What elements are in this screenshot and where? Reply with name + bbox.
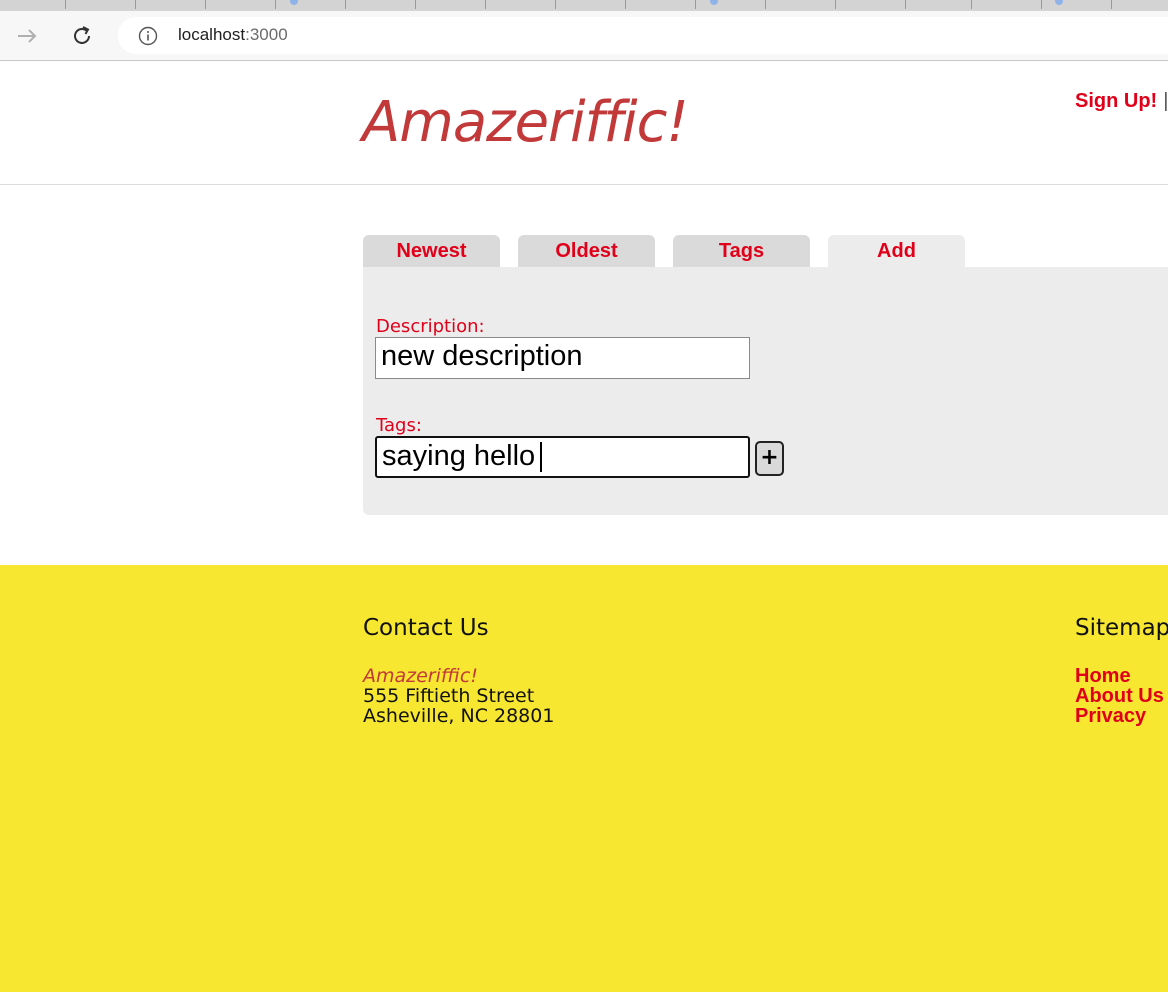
header-separator: | <box>1163 90 1168 112</box>
add-tag-button[interactable]: + <box>755 441 784 476</box>
browser-tab[interactable] <box>836 0 906 9</box>
browser-tab[interactable] <box>766 0 836 9</box>
browser-tab[interactable] <box>276 0 346 9</box>
browser-tab[interactable] <box>136 0 206 9</box>
sitemap-link-about-us[interactable]: About Us <box>1075 686 1164 706</box>
browser-tab[interactable] <box>696 0 766 9</box>
browser-toolbar: localhost:3000 <box>0 11 1168 61</box>
url-host: localhost <box>178 25 246 44</box>
tab-tags[interactable]: Tags <box>673 235 810 267</box>
sitemap-link-home[interactable]: Home <box>1075 666 1164 686</box>
browser-tab[interactable] <box>906 0 972 9</box>
site-logo: Amazeriffic! <box>362 90 689 155</box>
url-text: localhost:3000 <box>178 25 288 45</box>
info-icon[interactable] <box>138 26 158 46</box>
url-port: :3000 <box>245 25 288 44</box>
address-street: 555 Fiftieth Street <box>363 685 535 707</box>
browser-tab[interactable] <box>346 0 416 9</box>
tags-input[interactable]: saying hello <box>375 436 750 478</box>
browser-tab[interactable] <box>416 0 486 9</box>
browser-tab[interactable] <box>206 0 276 9</box>
browser-tab[interactable] <box>486 0 556 9</box>
tab-oldest[interactable]: Oldest <box>518 235 655 267</box>
tab-add[interactable]: Add <box>828 235 965 268</box>
contact-heading: Contact Us <box>363 615 489 641</box>
site-header: Amazeriffic! Sign Up! | <box>0 62 1168 185</box>
sitemap-heading: Sitemap <box>1075 615 1168 641</box>
browser-tab-strip <box>0 0 1168 11</box>
browser-tab[interactable] <box>1042 0 1112 9</box>
site-footer: Contact Us Amazeriffic! 555 Fiftieth Str… <box>0 565 1168 992</box>
tags-value: saying hello <box>382 440 536 472</box>
description-label: Description: <box>376 316 485 337</box>
browser-tab[interactable] <box>0 0 66 9</box>
address-city: Asheville, NC 28801 <box>363 705 555 727</box>
tags-label: Tags: <box>376 415 422 436</box>
reload-icon <box>74 26 90 44</box>
company-name: Amazeriffic! <box>363 665 478 687</box>
browser-tab[interactable] <box>972 0 1042 9</box>
add-todo-panel: Description: new description Tags: sayin… <box>363 267 1168 515</box>
tab-newest[interactable]: Newest <box>363 235 500 267</box>
reload-button[interactable] <box>67 21 97 51</box>
browser-tab[interactable] <box>626 0 696 9</box>
forward-arrow-icon <box>18 29 37 43</box>
browser-tab[interactable] <box>556 0 626 9</box>
sitemap-links: Home About Us Privacy <box>1075 666 1164 726</box>
forward-button[interactable] <box>12 21 42 51</box>
browser-tab[interactable] <box>66 0 136 9</box>
header-links: Sign Up! | <box>1075 90 1168 113</box>
description-input[interactable]: new description <box>375 337 750 379</box>
address-bar[interactable]: localhost:3000 <box>118 17 1168 54</box>
text-caret <box>540 442 543 473</box>
contact-address: Amazeriffic! 555 Fiftieth Street Ashevil… <box>363 666 554 726</box>
signup-link[interactable]: Sign Up! <box>1075 90 1157 112</box>
sitemap-link-privacy[interactable]: Privacy <box>1075 706 1164 726</box>
description-value: new description <box>381 340 583 372</box>
